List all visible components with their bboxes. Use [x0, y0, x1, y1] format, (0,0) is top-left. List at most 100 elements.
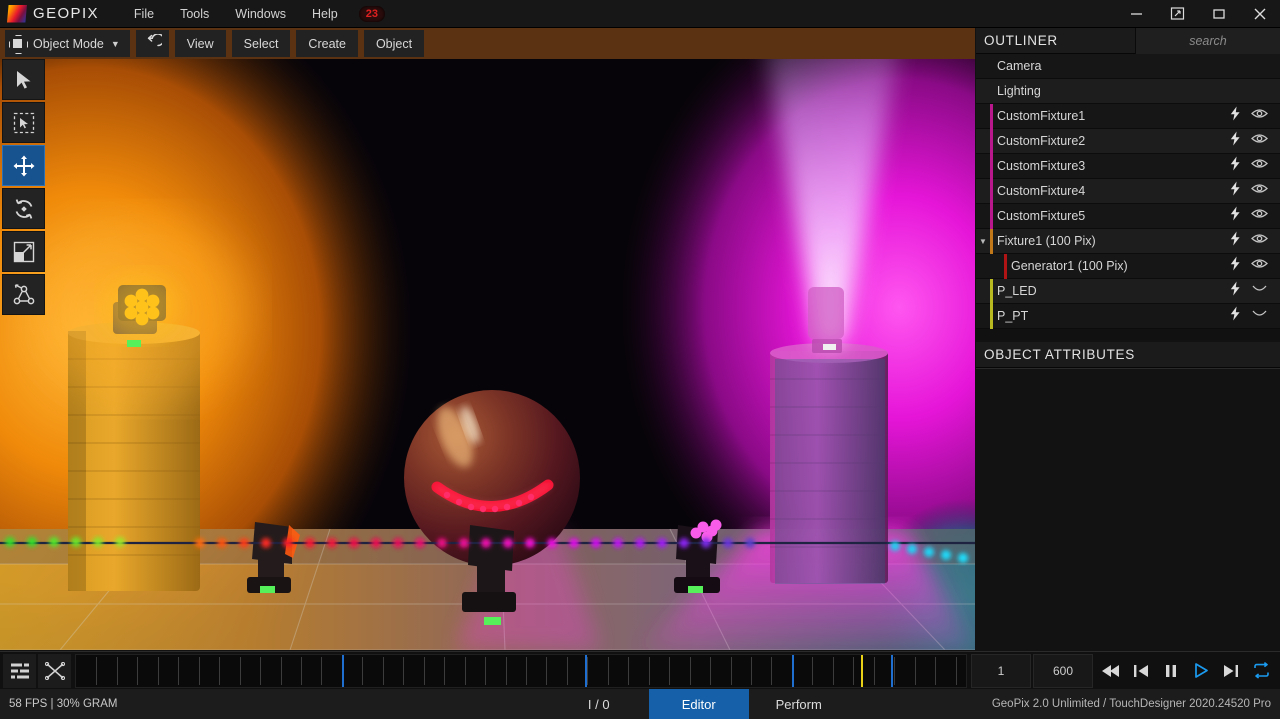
row-spacer: [976, 279, 990, 304]
outliner-row[interactable]: CustomFixture3: [976, 153, 1280, 179]
create-menu-button[interactable]: Create: [296, 30, 358, 57]
lightning-bolt-icon[interactable]: [1229, 106, 1242, 126]
timeline-tick: [894, 656, 896, 685]
minimize-button[interactable]: [1116, 0, 1157, 28]
search-input[interactable]: [1136, 33, 1280, 48]
status-tab-editor[interactable]: Editor: [648, 689, 749, 719]
crossfade-icon[interactable]: [38, 653, 71, 688]
viewport-3d[interactable]: [0, 59, 975, 650]
outliner-row[interactable]: Camera: [976, 54, 1280, 79]
outliner-row[interactable]: P_LED: [976, 278, 1280, 304]
eye-visible-icon[interactable]: [1251, 232, 1268, 250]
status-tab-perform[interactable]: Perform: [749, 689, 849, 719]
eye-visible-icon[interactable]: [1251, 182, 1268, 200]
move-tool[interactable]: [2, 145, 45, 186]
scene-render: [0, 59, 975, 650]
eye-visible-icon[interactable]: [1251, 132, 1268, 150]
eye-closed-icon[interactable]: [1251, 282, 1268, 300]
timeline-tick: [198, 656, 200, 685]
fullscreen-button[interactable]: [1157, 0, 1198, 28]
timeline-tick: [96, 656, 98, 685]
row-icon-group: [1229, 231, 1280, 251]
rewind-button[interactable]: [1096, 654, 1126, 688]
timeline-marker[interactable]: [791, 654, 794, 687]
outliner-row[interactable]: CustomFixture1: [976, 103, 1280, 129]
end-frame-field[interactable]: 600: [1033, 653, 1093, 688]
timeline-marker[interactable]: [584, 654, 587, 687]
timeline-tick: [219, 656, 221, 685]
outliner-tree[interactable]: Camera Lighting CustomFixture1 CustomFixtur…: [976, 54, 1280, 340]
box-select-tool[interactable]: [2, 102, 45, 143]
row-icon-group: [1229, 106, 1280, 126]
timeline-marker[interactable]: [890, 654, 893, 687]
scale-tool[interactable]: [2, 231, 45, 272]
snap-node-tool[interactable]: [2, 274, 45, 315]
jump-start-button[interactable]: [1126, 654, 1156, 688]
timeline-track[interactable]: [75, 653, 967, 688]
timeline-tick: [321, 656, 323, 685]
menu-tools[interactable]: Tools: [167, 2, 222, 26]
rotate-tool[interactable]: [2, 188, 45, 229]
outliner-row[interactable]: CustomFixture5: [976, 203, 1280, 229]
geopix-logo-icon: [7, 4, 27, 23]
geopix-window: GEOPIX File Tools Windows Help 23 Object…: [0, 0, 1280, 719]
timeline-tick: [751, 656, 752, 685]
attributes-header: OBJECT ATTRIBUTES: [976, 342, 1280, 368]
timeline-tick: [301, 656, 302, 685]
timeline-tick: [689, 656, 691, 685]
timeline-marker[interactable]: [860, 654, 863, 687]
outliner-row[interactable]: CustomFixture2: [976, 128, 1280, 154]
lightning-bolt-icon[interactable]: [1229, 231, 1242, 251]
outliner-row[interactable]: Lighting: [976, 79, 1280, 104]
outliner-row[interactable]: CustomFixture4: [976, 178, 1280, 204]
lightning-bolt-icon[interactable]: [1229, 281, 1242, 301]
eye-visible-icon[interactable]: [1251, 257, 1268, 275]
lightning-bolt-icon[interactable]: [1229, 156, 1242, 176]
eye-visible-icon[interactable]: [1251, 207, 1268, 225]
current-frame-field[interactable]: 1: [971, 653, 1031, 688]
jump-end-button[interactable]: [1216, 654, 1246, 688]
select-cursor-tool[interactable]: [2, 59, 45, 100]
menu-windows[interactable]: Windows: [222, 2, 299, 26]
outliner-row[interactable]: ▼ Fixture1 (100 Pix): [976, 228, 1280, 254]
lightning-bolt-icon[interactable]: [1229, 131, 1242, 151]
expander-chevron-icon[interactable]: ▼: [976, 229, 990, 254]
lightning-bolt-icon[interactable]: [1229, 181, 1242, 201]
eye-closed-icon[interactable]: [1251, 307, 1268, 325]
fixture-moving-head-right: [674, 519, 722, 593]
chevron-down-icon: ▼: [110, 38, 120, 49]
eye-visible-icon[interactable]: [1251, 107, 1268, 125]
tool-rail: [2, 59, 49, 317]
outliner-row[interactable]: P_PT: [976, 303, 1280, 329]
maximize-button[interactable]: [1198, 0, 1239, 28]
pause-button[interactable]: [1156, 654, 1186, 688]
status-tab-i-0[interactable]: I / 0: [549, 689, 649, 719]
menu-help[interactable]: Help: [299, 2, 351, 26]
play-button[interactable]: [1186, 654, 1216, 688]
lightning-bolt-icon[interactable]: [1229, 306, 1242, 326]
lightning-bolt-icon[interactable]: [1229, 256, 1242, 276]
row-icon-group: [1229, 206, 1280, 226]
eye-visible-icon[interactable]: [1251, 157, 1268, 175]
notification-badge[interactable]: 23: [358, 5, 385, 22]
lightning-bolt-icon[interactable]: [1229, 206, 1242, 226]
undo-button[interactable]: [135, 30, 169, 57]
object-menu-button[interactable]: Object: [363, 30, 425, 57]
layers-icon[interactable]: [3, 653, 36, 688]
row-spacer: [976, 104, 990, 129]
timeline-tick: [239, 656, 241, 685]
select-menu-button[interactable]: Select: [231, 30, 291, 57]
close-button[interactable]: [1239, 0, 1280, 28]
view-menu-button[interactable]: View: [174, 30, 226, 57]
timeline-tick: [280, 656, 282, 685]
loop-button[interactable]: [1246, 654, 1276, 688]
timeline-tick: [607, 656, 609, 685]
timeline-tick: [566, 656, 568, 685]
outliner-search[interactable]: [1135, 27, 1280, 54]
timeline-tick: [526, 656, 527, 685]
outliner-row[interactable]: Generator1 (100 Pix): [976, 253, 1280, 279]
menu-file[interactable]: File: [121, 2, 167, 26]
object-mode-dropdown[interactable]: Object Mode ▼: [5, 30, 130, 57]
timeline-marker[interactable]: [341, 654, 344, 687]
attributes-body[interactable]: [976, 368, 1280, 650]
